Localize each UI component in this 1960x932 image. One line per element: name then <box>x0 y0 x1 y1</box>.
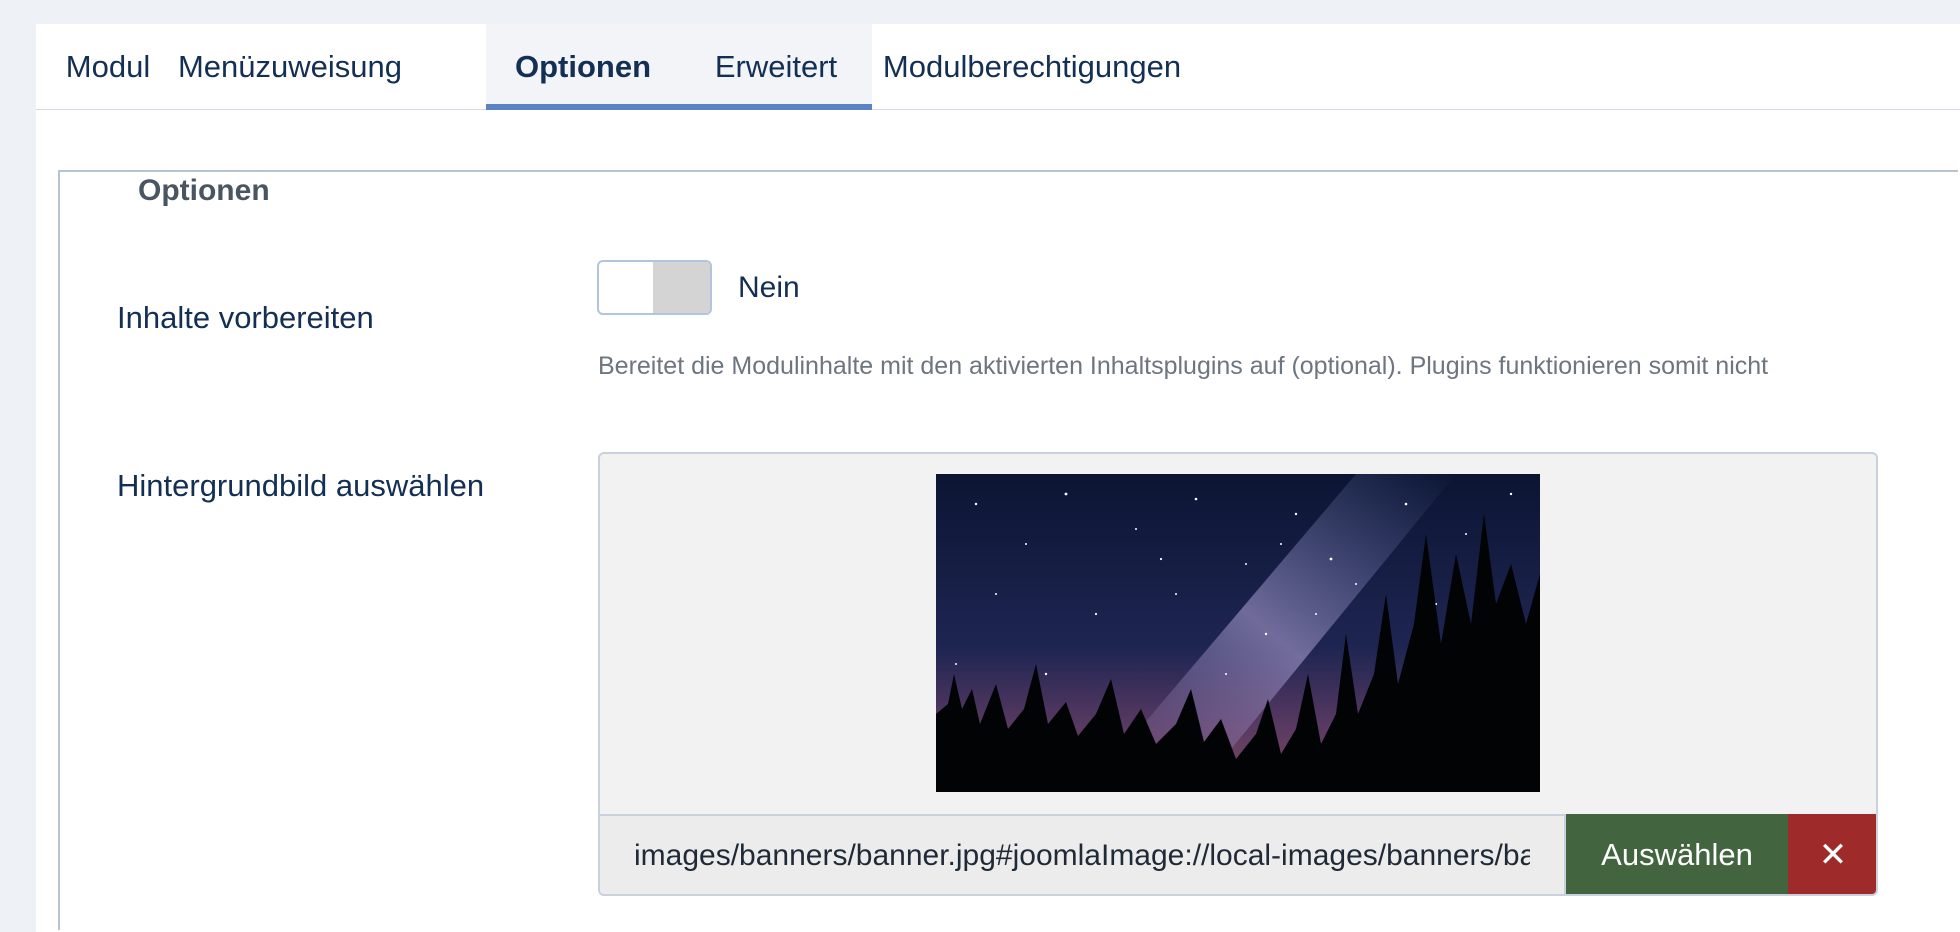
media-field: Auswählen ✕ <box>598 452 1878 896</box>
tab-optionen-label: Optionen <box>514 49 652 84</box>
tab-erweitert[interactable]: Erweitert <box>680 24 872 110</box>
clear-image-button[interactable]: ✕ <box>1788 814 1876 894</box>
image-path-row: Auswählen ✕ <box>600 814 1876 894</box>
image-preview <box>936 474 1540 792</box>
fieldset-legend: Optionen <box>114 174 294 208</box>
tab-modul[interactable]: Modul <box>36 24 180 110</box>
tab-bar: Modul Menüzuweisung Optionen Erweitert M… <box>36 24 1960 110</box>
tab-modulberechtigungen[interactable]: Modulberechtigungen <box>872 24 1192 110</box>
toggle-knob <box>653 262 710 313</box>
image-path-input[interactable] <box>600 814 1566 894</box>
prepare-content-label: Inhalte vorbereiten <box>117 300 374 335</box>
close-icon: ✕ <box>1818 835 1848 875</box>
select-image-button[interactable]: Auswählen <box>1566 814 1788 894</box>
prepare-content-state: Nein <box>738 271 800 304</box>
tab-menuzuweisung[interactable]: Menüzuweisung <box>178 24 402 110</box>
prepare-content-toggle[interactable] <box>597 260 712 315</box>
background-image-label: Hintergrundbild auswählen <box>117 468 485 503</box>
prepare-content-help: Bereitet die Modulinhalte mit den aktivi… <box>598 352 1769 380</box>
